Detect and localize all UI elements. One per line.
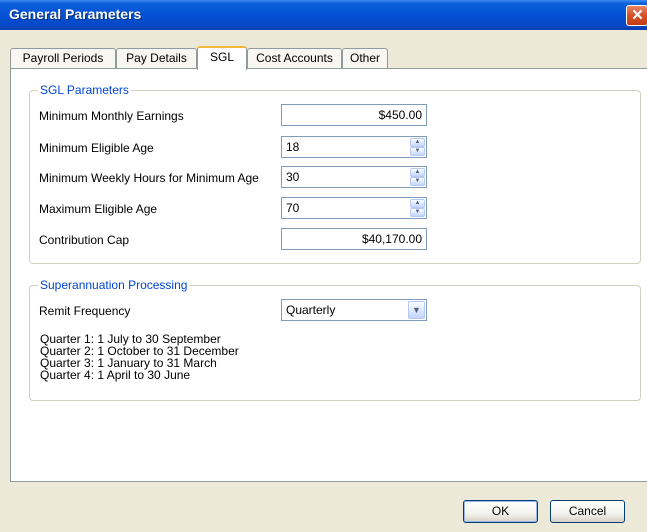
tab-pay-details[interactable]: Pay Details: [116, 48, 197, 68]
min-weekly-hours-value: 30: [286, 170, 300, 184]
max-eligible-age-stepper[interactable]: 70 ▲ ▼: [281, 197, 427, 219]
sgl-parameters-group: SGL Parameters Minimum Monthly Earnings …: [29, 83, 641, 264]
superannuation-processing-legend: Superannuation Processing: [38, 278, 190, 292]
superannuation-processing-group: Superannuation Processing Remit Frequenc…: [29, 278, 641, 401]
remit-frequency-select[interactable]: Quarterly ▼: [281, 299, 427, 321]
min-weekly-hours-stepper[interactable]: 30 ▲ ▼: [281, 166, 427, 188]
min-monthly-earnings-input[interactable]: $450.00: [281, 104, 427, 126]
close-button[interactable]: ✕: [626, 5, 647, 26]
chevron-down-icon[interactable]: ▼: [408, 301, 425, 319]
remit-frequency-value: Quarterly: [286, 303, 336, 317]
min-eligible-age-value: 18: [286, 140, 300, 154]
min-weekly-hours-spinner: ▲ ▼: [410, 168, 425, 186]
dialog-footer: OK Cancel: [10, 482, 647, 532]
general-parameters-window: General Parameters ✕ Payroll Periods Pay…: [0, 0, 647, 532]
min-monthly-earnings-label: Minimum Monthly Earnings: [39, 109, 184, 123]
min-eligible-age-stepper[interactable]: 18 ▲ ▼: [281, 136, 427, 158]
spin-up-icon[interactable]: ▲: [410, 138, 425, 147]
close-icon: ✕: [631, 7, 644, 24]
sgl-parameters-legend: SGL Parameters: [38, 83, 131, 97]
contribution-cap-input[interactable]: $40,170.00: [281, 228, 427, 250]
contribution-cap-label: Contribution Cap: [39, 233, 130, 247]
tab-sgl[interactable]: SGL: [197, 46, 247, 70]
title-bar[interactable]: General Parameters ✕: [0, 0, 647, 30]
remit-frequency-label: Remit Frequency: [39, 304, 131, 318]
tab-payroll-periods[interactable]: Payroll Periods: [10, 48, 116, 68]
spin-down-icon[interactable]: ▼: [410, 177, 425, 186]
max-eligible-age-spinner: ▲ ▼: [410, 199, 425, 217]
tab-other[interactable]: Other: [342, 48, 388, 68]
ok-button[interactable]: OK: [463, 500, 538, 523]
max-eligible-age-label: Maximum Eligible Age: [39, 202, 158, 216]
window-title: General Parameters: [9, 6, 142, 22]
tab-cost-accounts[interactable]: Cost Accounts: [247, 48, 342, 68]
spin-up-icon[interactable]: ▲: [410, 168, 425, 177]
min-weekly-hours-label: Minimum Weekly Hours for Minimum Age: [39, 171, 259, 185]
spin-down-icon[interactable]: ▼: [410, 208, 425, 217]
cancel-button[interactable]: Cancel: [550, 500, 625, 523]
spin-down-icon[interactable]: ▼: [410, 147, 425, 156]
sgl-tab-panel: SGL Parameters Minimum Monthly Earnings …: [10, 68, 647, 482]
quarter-4-text: Quarter 4: 1 April to 30 June: [40, 368, 191, 382]
max-eligible-age-value: 70: [286, 201, 300, 215]
min-eligible-age-spinner: ▲ ▼: [410, 138, 425, 156]
min-eligible-age-label: Minimum Eligible Age: [39, 141, 154, 155]
spin-up-icon[interactable]: ▲: [410, 199, 425, 208]
